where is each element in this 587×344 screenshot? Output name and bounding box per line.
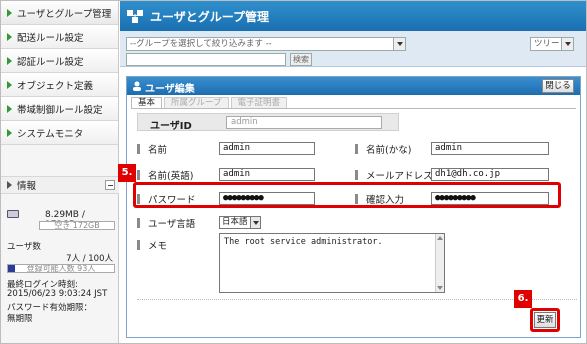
field-marker bbox=[355, 144, 358, 154]
arrow-right-icon bbox=[7, 80, 12, 89]
field-marker bbox=[137, 218, 140, 228]
memo-label-text: メモ bbox=[148, 241, 168, 252]
name-kana-field[interactable]: admin bbox=[431, 142, 549, 155]
step-5-badge: 5. bbox=[118, 164, 136, 182]
sidebar-item-bandwidth-rules[interactable]: 帯域制御ルール設定 bbox=[1, 97, 118, 121]
arrow-right-icon bbox=[7, 181, 12, 189]
info-header[interactable]: 情報 bbox=[1, 176, 119, 194]
search-input[interactable] bbox=[126, 53, 286, 66]
user-count-bar: 登録可能人数 93人 bbox=[7, 264, 115, 273]
userid-row: ユーザID admin bbox=[137, 113, 399, 132]
arrow-right-icon bbox=[7, 104, 12, 113]
chevron-down-icon bbox=[250, 217, 260, 228]
name-en-label: 名前(英語) bbox=[137, 168, 193, 182]
name-field[interactable]: admin bbox=[219, 142, 315, 155]
sidebar-item-label: 帯域制御ルール設定 bbox=[17, 104, 103, 116]
sidebar-item-label: 配送ルール設定 bbox=[17, 32, 84, 44]
sidebar-item-label: オブジェクト定義 bbox=[17, 80, 94, 92]
view-mode-select[interactable]: ツリー bbox=[530, 37, 574, 51]
email-field[interactable]: dh1@dh.co.jp bbox=[431, 168, 549, 181]
memo-label: メモ bbox=[137, 238, 167, 252]
userid-label: ユーザID bbox=[150, 121, 192, 132]
collapse-icon[interactable] bbox=[105, 180, 115, 190]
language-label-text: ユーザ言語 bbox=[148, 219, 196, 230]
arrow-right-icon bbox=[7, 32, 12, 41]
disk-icon bbox=[7, 210, 19, 218]
name-label-text: 名前 bbox=[148, 145, 168, 156]
name-en-label-text: 名前(英語) bbox=[148, 171, 194, 182]
close-button[interactable]: 閉じる bbox=[542, 79, 574, 93]
sidebar-item-system-monitor[interactable]: システムモニタ bbox=[1, 121, 118, 145]
memo-textarea[interactable]: The root service administrator. bbox=[219, 233, 445, 293]
sidebar-item-auth-rules[interactable]: 認証ルール設定 bbox=[1, 49, 118, 73]
sidebar-item-delivery-rules[interactable]: 配送ルール設定 bbox=[1, 25, 118, 49]
panel-divider bbox=[137, 299, 577, 300]
name-en-field[interactable]: admin bbox=[219, 168, 315, 181]
group-filter-select[interactable]: --グループを選択して絞り込みます -- bbox=[126, 37, 406, 51]
name-label: 名前 bbox=[137, 142, 167, 156]
sidebar-item-user-group[interactable]: ユーザとグループ管理 bbox=[1, 1, 118, 25]
memo-scrollbar[interactable] bbox=[435, 234, 444, 292]
language-select[interactable]: 日本語 bbox=[219, 216, 261, 229]
arrow-right-icon bbox=[7, 128, 12, 137]
sidebar-item-label: システムモニタ bbox=[17, 128, 84, 140]
password-highlight-box bbox=[133, 182, 561, 208]
field-marker bbox=[355, 170, 358, 180]
memo-text: The root service administrator. bbox=[224, 237, 383, 247]
step-6-badge: 6. bbox=[514, 290, 532, 308]
arrow-right-icon bbox=[7, 56, 12, 65]
user-registrable-text: 登録可能人数 93人 bbox=[26, 264, 96, 273]
userid-field: admin bbox=[226, 116, 382, 129]
user-count-label: ユーザ数 bbox=[7, 242, 41, 252]
language-select-value: 日本語 bbox=[222, 217, 248, 227]
group-filter-placeholder: --グループを選択して絞り込みます -- bbox=[130, 39, 272, 49]
field-marker bbox=[137, 170, 140, 180]
name-kana-label: 名前(かな) bbox=[355, 142, 411, 156]
title-bar: ユーザとグループ管理 bbox=[120, 1, 586, 31]
sidebar-item-label: ユーザとグループ管理 bbox=[17, 8, 112, 20]
user-count-value: 7人 / 100人 bbox=[66, 254, 113, 264]
name-kana-label-text: 名前(かな) bbox=[366, 145, 412, 156]
update-button[interactable]: 更新 bbox=[534, 312, 556, 328]
users-icon bbox=[127, 10, 143, 23]
sidebar: ユーザとグループ管理 配送ルール設定 認証ルール設定 オブジェクト定義 帯域制御… bbox=[1, 1, 119, 343]
email-label-text: メールアドレス bbox=[366, 171, 433, 182]
sidebar-item-label: 認証ルール設定 bbox=[17, 56, 84, 68]
disk-usage-bar: 空き 172GB bbox=[39, 221, 115, 230]
top-toolbar: ユーザとグループ管理 --グループを選択して絞り込みます -- 検索 ツリー bbox=[120, 1, 586, 67]
arrow-right-icon bbox=[7, 8, 12, 17]
field-marker bbox=[137, 144, 140, 154]
chevron-down-icon bbox=[561, 38, 573, 50]
view-mode-label: ツリー bbox=[534, 39, 560, 49]
email-label: メールアドレス bbox=[355, 168, 433, 182]
panel-title: ユーザ編集 bbox=[145, 84, 195, 95]
user-count-fill bbox=[8, 265, 16, 272]
user-icon bbox=[133, 81, 141, 91]
field-marker bbox=[137, 240, 140, 250]
tab-divider bbox=[131, 108, 576, 109]
sidebar-item-object-definitions[interactable]: オブジェクト定義 bbox=[1, 73, 118, 97]
disk-free-text: 空き 172GB bbox=[54, 221, 100, 230]
info-panel: 情報 8.29MB / 172GB 空き 172GB ユーザ数 7人 / 100… bbox=[1, 176, 119, 324]
last-login-value: 2015/06/23 9:03:24 JST bbox=[7, 289, 108, 299]
language-label: ユーザ言語 bbox=[137, 216, 195, 230]
panel-header: ユーザ編集 閉じる bbox=[127, 77, 580, 95]
chevron-down-icon bbox=[393, 38, 405, 50]
page-title: ユーザとグループ管理 bbox=[150, 10, 270, 24]
password-expiry-value: 無期限 bbox=[7, 314, 33, 324]
info-header-label: 情報 bbox=[17, 181, 37, 192]
search-button[interactable]: 検索 bbox=[290, 53, 312, 66]
